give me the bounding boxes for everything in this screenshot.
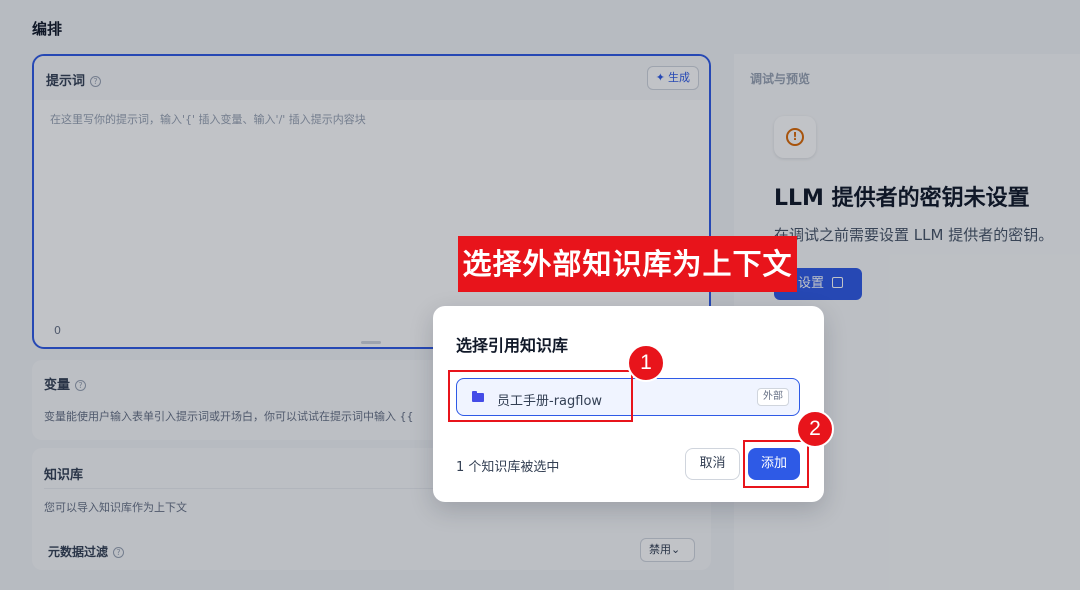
annotation-banner: 选择外部知识库为上下文 (458, 236, 797, 292)
cancel-button[interactable]: 取消 (685, 448, 740, 480)
step-marker-1: 1 (627, 344, 665, 382)
selected-count: 1 个知识库被选中 (456, 460, 560, 475)
highlight-box-add-button (743, 440, 809, 488)
step-marker-2: 2 (796, 410, 834, 448)
highlight-box-knowledge-item (448, 370, 633, 422)
external-tag: 外部 (757, 388, 789, 406)
dialog-title: 选择引用知识库 (456, 336, 569, 355)
